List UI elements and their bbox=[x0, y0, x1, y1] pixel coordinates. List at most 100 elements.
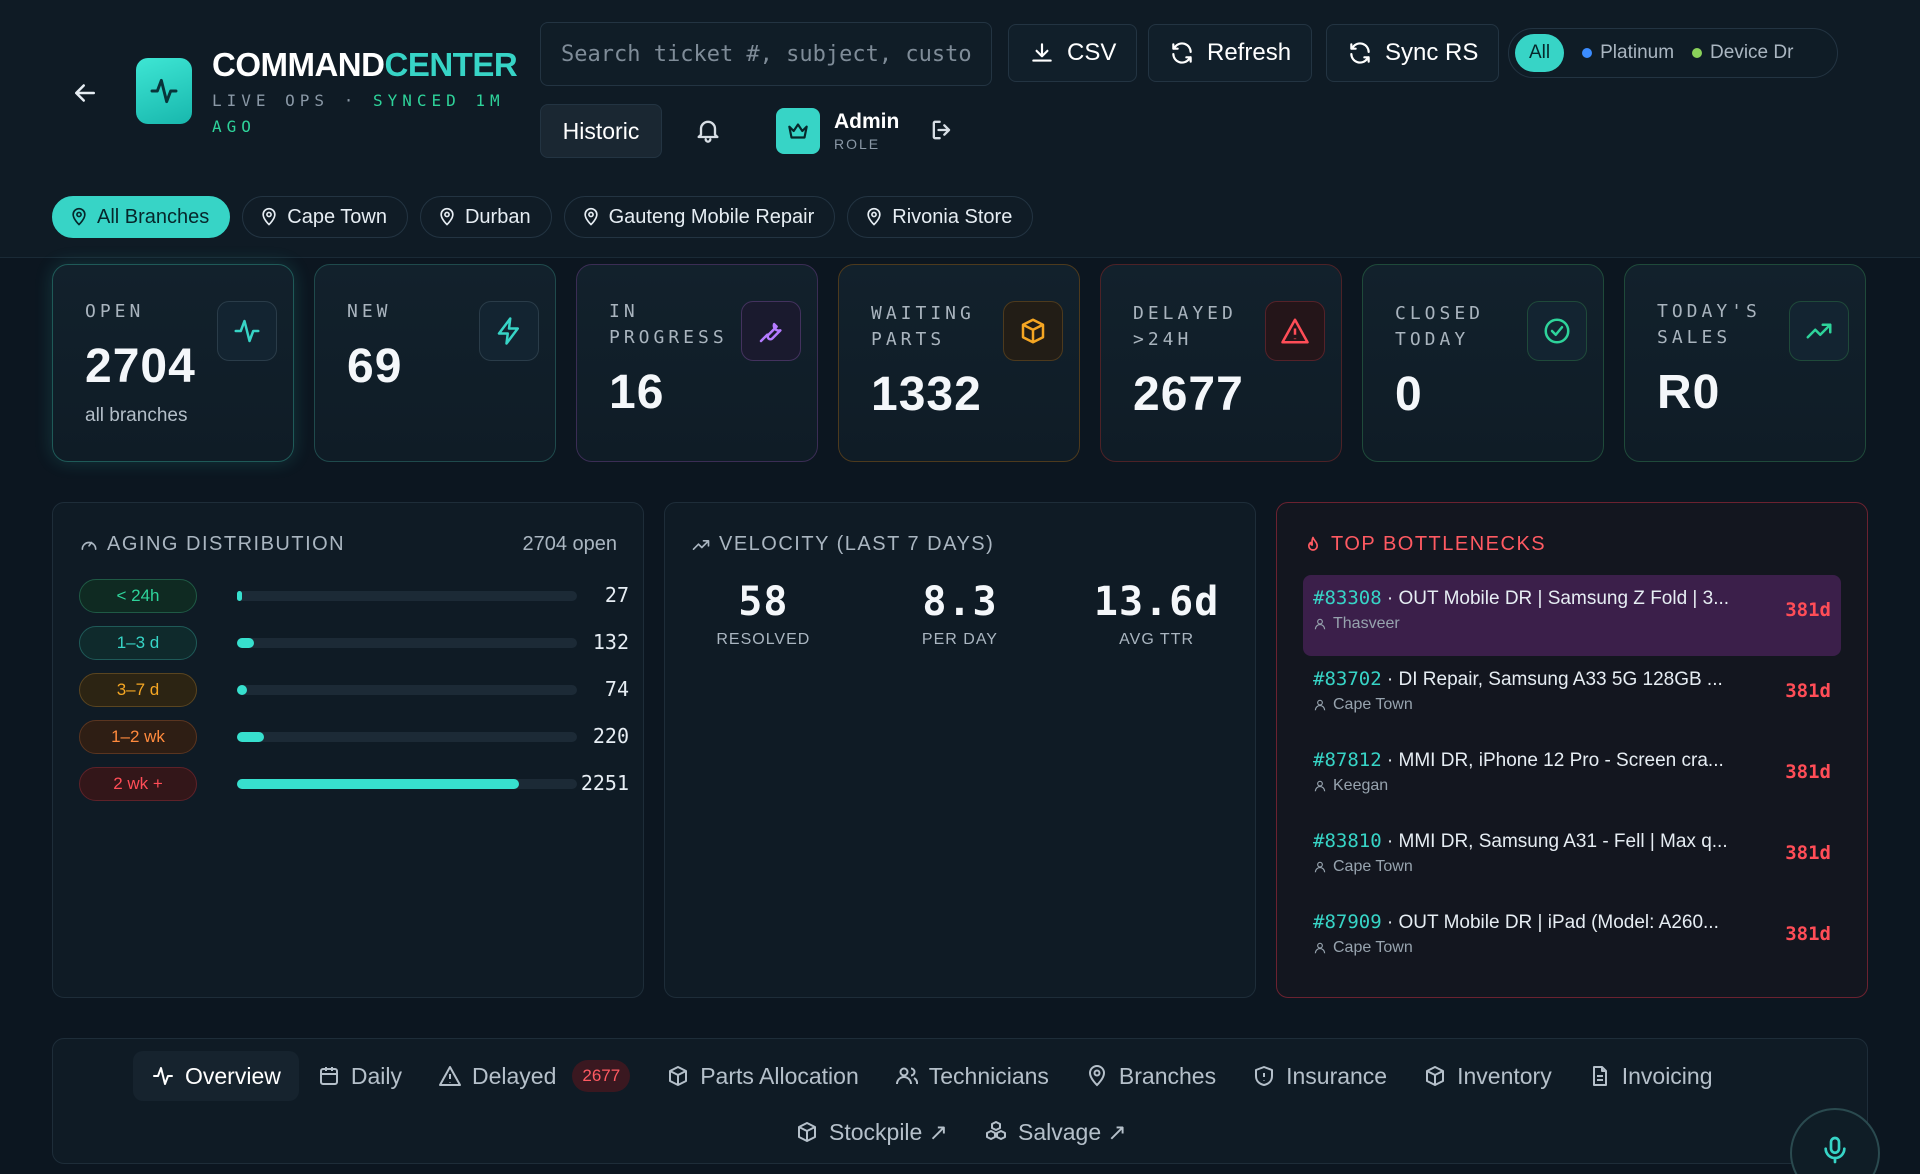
historic-label: Historic bbox=[562, 117, 640, 144]
tab-label: Inventory bbox=[1457, 1062, 1552, 1089]
sync-rs-label: Sync RS bbox=[1385, 39, 1479, 66]
tab-salvage[interactable]: Salvage ↗ bbox=[966, 1107, 1145, 1157]
kpi-label: OPEN bbox=[85, 301, 145, 322]
aging-row[interactable]: 2 wk + 2251 bbox=[79, 763, 629, 810]
refresh-button[interactable]: Refresh bbox=[1148, 24, 1313, 82]
ticket-age: 381d bbox=[1785, 680, 1831, 702]
platinum-dot bbox=[1582, 48, 1593, 58]
historic-button[interactable]: Historic bbox=[540, 104, 662, 158]
kpi-closed-today[interactable]: CLOSED TODAY 0 bbox=[1362, 264, 1604, 462]
user-icon bbox=[1314, 942, 1326, 954]
branch-durban[interactable]: Durban bbox=[419, 196, 552, 238]
filter-all-label: All bbox=[1529, 42, 1551, 63]
kpi-value: 0 bbox=[1395, 368, 1423, 421]
bottleneck-item[interactable]: #83810 · MMI DR, Samsung A31 - Fell | Ma… bbox=[1303, 818, 1841, 899]
filter-device-label: Device Dr bbox=[1710, 42, 1794, 63]
kpi-open[interactable]: OPEN 2704 all branches bbox=[52, 264, 294, 462]
csv-export-button[interactable]: CSV bbox=[1008, 24, 1138, 82]
branch-all[interactable]: All Branches bbox=[52, 196, 231, 238]
kpi-label: TODAY'S SALES bbox=[1657, 301, 1761, 348]
tab-delayed[interactable]: Delayed 2677 bbox=[420, 1051, 648, 1101]
kpi-waiting-parts[interactable]: WAITING PARTS 1332 bbox=[838, 264, 1080, 462]
kpi-in-progress[interactable]: IN PROGRESS 16 bbox=[576, 264, 818, 462]
filter-platinum[interactable]: Platinum bbox=[1582, 42, 1674, 64]
ticket-owner: Thasveer bbox=[1333, 615, 1400, 632]
ticket-age: 381d bbox=[1785, 923, 1831, 945]
bottleneck-item[interactable]: #83702 · DI Repair, Samsung A33 5G 128GB… bbox=[1303, 656, 1841, 737]
tab-technicians[interactable]: Technicians bbox=[877, 1051, 1067, 1101]
check-circle-icon bbox=[1527, 301, 1587, 361]
branch-gauteng[interactable]: Gauteng Mobile Repair bbox=[563, 196, 836, 238]
filter-all[interactable]: All bbox=[1515, 34, 1565, 72]
ticket-id[interactable]: #87909 bbox=[1313, 911, 1382, 933]
brand-title: COMMANDCENTER bbox=[212, 46, 518, 84]
branch-label: Rivonia Store bbox=[892, 205, 1013, 228]
ticket-subject: OUT Mobile DR | Samsung Z Fold | 3... bbox=[1398, 588, 1730, 609]
ticket-owner-row: Keegan bbox=[1313, 777, 1388, 795]
aging-panel: AGING DISTRIBUTION 2704 open < 24h 27 1–… bbox=[52, 502, 644, 998]
aging-row[interactable]: 1–2 wk 220 bbox=[79, 716, 629, 763]
ticket-id[interactable]: #83810 bbox=[1313, 830, 1382, 852]
ticket-owner-row: Thasveer bbox=[1313, 615, 1400, 633]
bottleneck-summary: #83702 · DI Repair, Samsung A33 5G 128GB… bbox=[1313, 668, 1723, 690]
aging-count: 2251 bbox=[580, 771, 629, 795]
kpi-label: NEW bbox=[347, 301, 392, 322]
bottleneck-item[interactable]: #87812 · MMI DR, iPhone 12 Pro - Screen … bbox=[1303, 737, 1841, 818]
ticket-subject: MMI DR, Samsung A31 - Fell | Max q... bbox=[1398, 831, 1728, 852]
tab-insurance[interactable]: Insurance bbox=[1234, 1051, 1405, 1101]
bottleneck-item[interactable]: #87909 · OUT Mobile DR | iPad (Model: A2… bbox=[1303, 899, 1841, 980]
map-pin-icon bbox=[72, 207, 86, 226]
brand-title-part2: CENTER bbox=[384, 46, 518, 83]
aging-row[interactable]: < 24h 27 bbox=[79, 575, 629, 622]
aging-track bbox=[237, 685, 577, 695]
nav-row-primary: Overview Daily Delayed 2677 Parts Alloca… bbox=[133, 1051, 1731, 1101]
tab-stockpile[interactable]: Stockpile ↗ bbox=[777, 1107, 966, 1157]
sync-rs-button[interactable]: Sync RS bbox=[1326, 24, 1500, 82]
tab-invoicing[interactable]: Invoicing bbox=[1570, 1051, 1731, 1101]
aging-row[interactable]: 1–3 d 132 bbox=[79, 622, 629, 669]
ticket-owner: Cape Town bbox=[1333, 858, 1413, 875]
back-arrow-icon[interactable] bbox=[70, 78, 100, 108]
velocity-label: RESOLVED bbox=[716, 631, 811, 648]
tab-branches[interactable]: Branches bbox=[1067, 1051, 1234, 1101]
tab-daily[interactable]: Daily bbox=[299, 1051, 420, 1101]
kpi-delayed[interactable]: DELAYED >24H 2677 bbox=[1100, 264, 1342, 462]
branch-cape-town[interactable]: Cape Town bbox=[242, 196, 408, 238]
search-input[interactable] bbox=[540, 22, 992, 86]
ticket-id[interactable]: #83702 bbox=[1313, 668, 1382, 690]
branch-label: Cape Town bbox=[287, 205, 387, 228]
kpi-todays-sales[interactable]: TODAY'S SALES R0 bbox=[1624, 264, 1866, 462]
tab-parts-allocation[interactable]: Parts Allocation bbox=[648, 1051, 877, 1101]
ticket-id[interactable]: #83308 bbox=[1313, 587, 1382, 609]
csv-label: CSV bbox=[1067, 39, 1117, 66]
kpi-new[interactable]: NEW 69 bbox=[314, 264, 556, 462]
activity-icon bbox=[150, 78, 178, 104]
aging-open-count: 2704 open bbox=[522, 533, 617, 555]
aging-fill bbox=[237, 685, 248, 695]
branch-rivonia[interactable]: Rivonia Store bbox=[847, 196, 1034, 238]
ticket-id[interactable]: #87812 bbox=[1313, 749, 1382, 771]
bottleneck-item[interactable]: #83308 · OUT Mobile DR | Samsung Z Fold … bbox=[1303, 575, 1841, 656]
logout-icon[interactable] bbox=[928, 116, 958, 146]
bottlenecks-title-text: TOP BOTTLENECKS bbox=[1331, 533, 1547, 555]
bottleneck-summary: #87812 · MMI DR, iPhone 12 Pro - Screen … bbox=[1313, 749, 1724, 771]
tab-overview[interactable]: Overview bbox=[133, 1051, 299, 1101]
ticket-age: 381d bbox=[1785, 842, 1831, 864]
tab-inventory[interactable]: Inventory bbox=[1405, 1051, 1570, 1101]
velocity-value: 58 bbox=[738, 579, 789, 625]
ticket-subject: DI Repair, Samsung A33 5G 128GB ... bbox=[1398, 669, 1723, 690]
filter-device[interactable]: Device Dr bbox=[1692, 42, 1793, 64]
trending-up-icon bbox=[1789, 301, 1849, 361]
aging-tag: 3–7 d bbox=[79, 673, 197, 707]
kpi-value: 16 bbox=[609, 366, 665, 419]
flame-icon bbox=[1308, 536, 1318, 551]
tab-label: Branches bbox=[1118, 1062, 1217, 1089]
user-name: Admin bbox=[834, 110, 900, 133]
aging-row[interactable]: 3–7 d 74 bbox=[79, 669, 629, 716]
tier-filter: All Platinum Device Dr bbox=[1508, 28, 1838, 78]
velocity-resolved: 58 RESOLVED bbox=[665, 579, 862, 649]
user-role: ROLE bbox=[834, 136, 881, 152]
kpi-value: 69 bbox=[347, 340, 403, 393]
bell-icon[interactable] bbox=[694, 116, 724, 146]
aging-rows: < 24h 27 1–3 d 132 3–7 d 74 1–2 wk 220 2… bbox=[79, 575, 629, 810]
